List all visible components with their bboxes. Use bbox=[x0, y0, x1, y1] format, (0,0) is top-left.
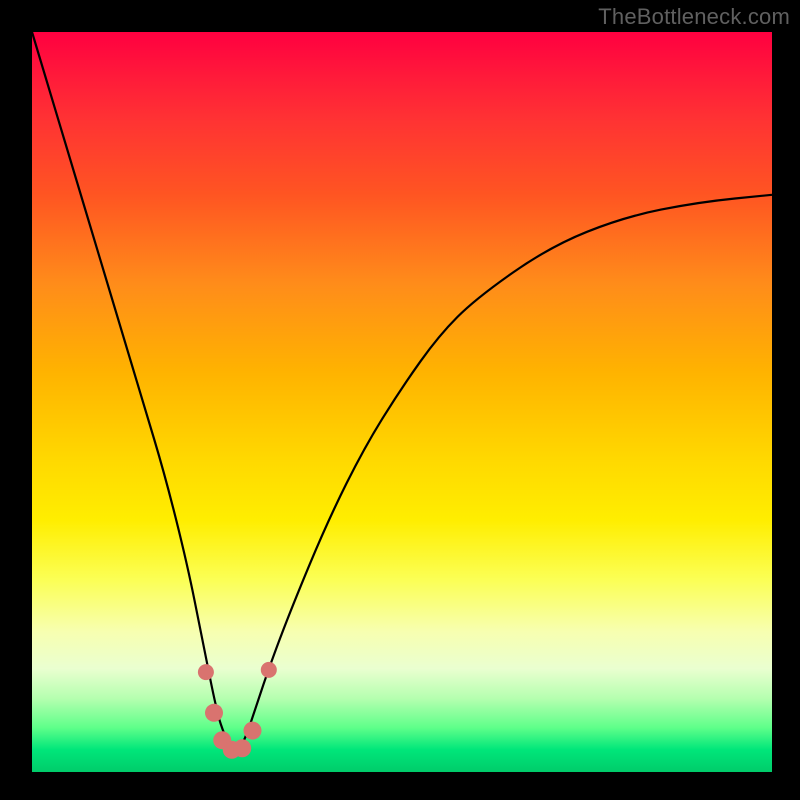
dot-min-2 bbox=[233, 739, 251, 757]
plot-area bbox=[32, 32, 772, 772]
dot-left-upper bbox=[198, 664, 214, 680]
dot-right-upper bbox=[261, 662, 277, 678]
dot-right-low bbox=[244, 722, 262, 740]
bottleneck-curve-path bbox=[32, 32, 772, 750]
attribution-text: TheBottleneck.com bbox=[598, 4, 790, 30]
chart-stage: TheBottleneck.com bbox=[0, 0, 800, 800]
bottleneck-curve-svg bbox=[32, 32, 772, 772]
dot-left-mid bbox=[205, 704, 223, 722]
bottleneck-dots bbox=[198, 662, 277, 759]
